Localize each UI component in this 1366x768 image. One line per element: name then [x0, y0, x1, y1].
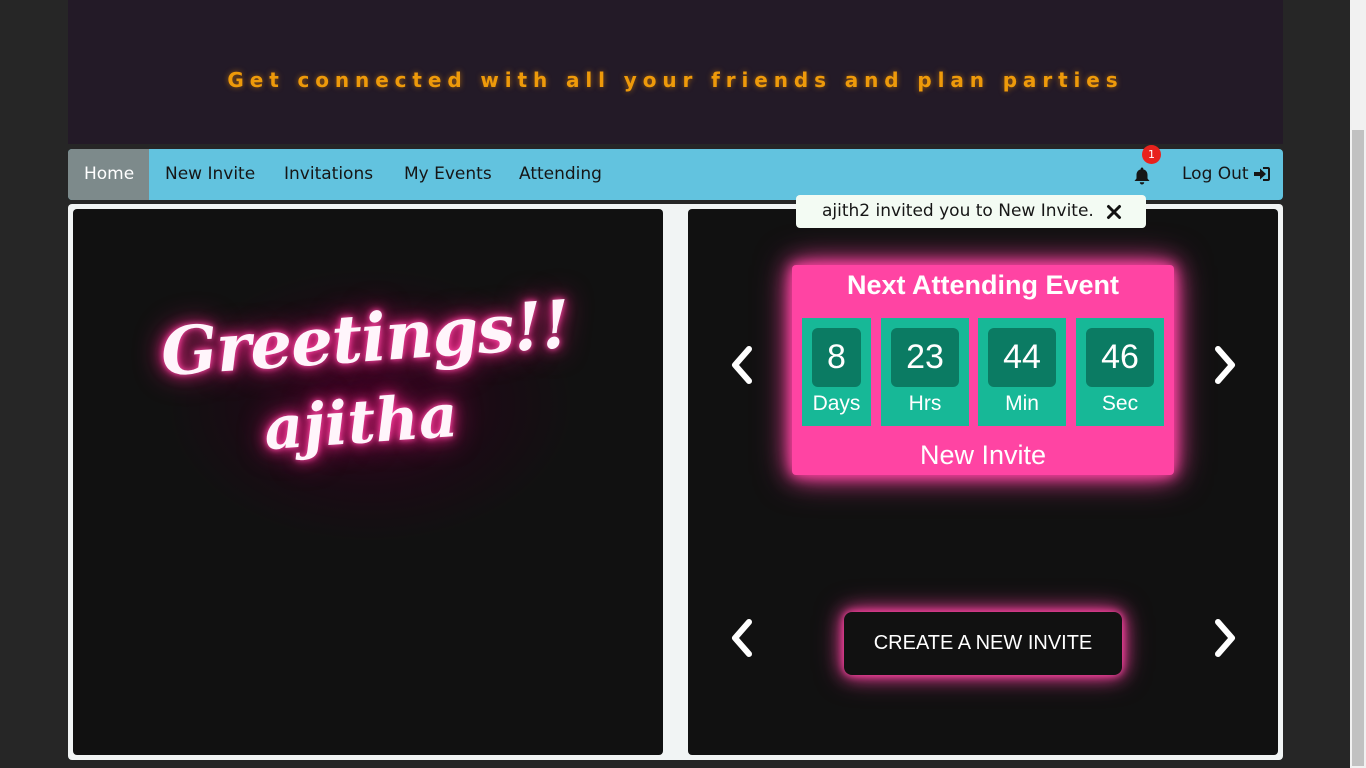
- countdown-minutes-label: Min: [1005, 392, 1039, 415]
- logout-label: Log Out: [1182, 164, 1249, 184]
- create-invite-button[interactable]: CREATE A NEW INVITE: [844, 612, 1122, 675]
- nav-item-attending[interactable]: Attending: [503, 149, 618, 200]
- page: Get connected with all your friends and …: [0, 0, 1350, 768]
- toast-message: ajith2 invited you to New Invite.: [822, 201, 1094, 221]
- nav-item-home[interactable]: Home: [68, 149, 149, 200]
- scrollbar-thumb[interactable]: [1352, 130, 1364, 766]
- notification-toast: ajith2 invited you to New Invite.: [796, 195, 1146, 228]
- countdown-days-value: 8: [812, 328, 861, 387]
- countdown-hours-value: 23: [891, 328, 959, 387]
- nav-item-invitations[interactable]: Invitations: [268, 149, 389, 200]
- chevron-right-icon[interactable]: [1210, 618, 1240, 658]
- notification-badge[interactable]: 1: [1142, 145, 1161, 164]
- navbar: Home New Invite Invitations My Events At…: [68, 149, 1283, 200]
- header-banner: Get connected with all your friends and …: [68, 0, 1283, 144]
- countdown-minutes: 44 Min: [978, 318, 1066, 426]
- countdown-seconds-label: Sec: [1101, 392, 1139, 415]
- close-icon[interactable]: [1106, 204, 1122, 220]
- countdown-days: 8 Days: [802, 318, 871, 426]
- tagline: Get connected with all your friends and …: [227, 68, 1124, 92]
- chevron-right-icon[interactable]: [1210, 345, 1240, 385]
- nav-item-my-events[interactable]: My Events: [388, 149, 508, 200]
- countdown-days-label: Days: [812, 392, 861, 415]
- countdown-seconds: 46 Sec: [1076, 318, 1164, 426]
- countdown-hours-label: Hrs: [908, 392, 942, 415]
- next-event-name[interactable]: New Invite: [792, 440, 1174, 471]
- sign-in-icon: [1253, 167, 1270, 181]
- countdown-hours: 23 Hrs: [881, 318, 969, 426]
- chevron-left-icon[interactable]: [727, 345, 757, 385]
- bell-icon[interactable]: [1132, 166, 1152, 186]
- countdown-minutes-value: 44: [988, 328, 1056, 387]
- chevron-left-icon[interactable]: [727, 618, 757, 658]
- logout-button[interactable]: Log Out: [1182, 149, 1271, 200]
- scrollbar[interactable]: [1350, 0, 1366, 768]
- nav-item-new-invite[interactable]: New Invite: [149, 149, 271, 200]
- countdown-seconds-value: 46: [1086, 328, 1154, 387]
- next-event-title: Next Attending Event: [846, 270, 1120, 300]
